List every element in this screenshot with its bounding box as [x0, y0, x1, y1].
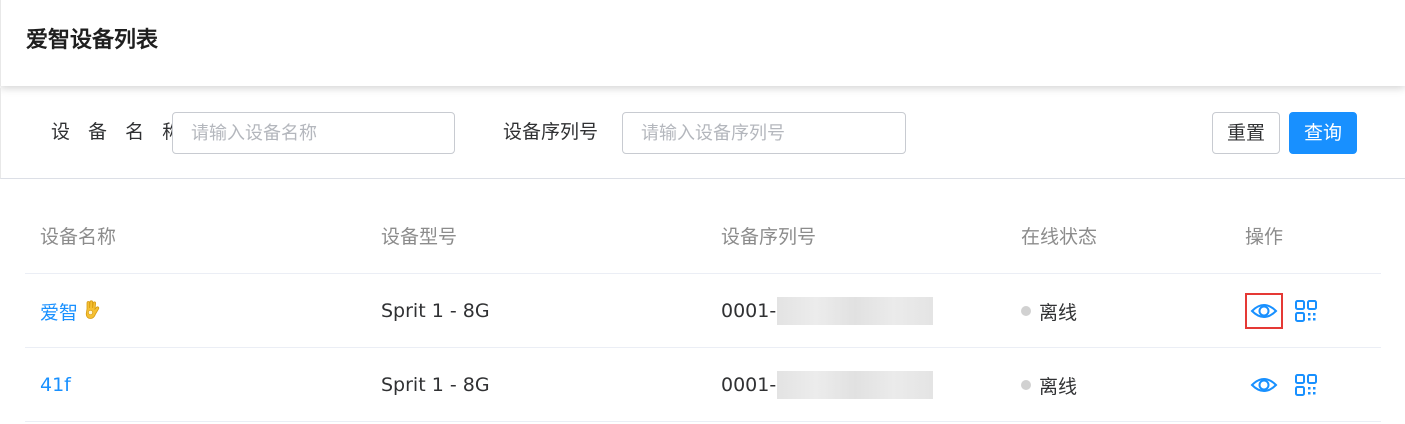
device-serial-cell: 0001- [721, 348, 934, 422]
actions-cell [1245, 348, 1319, 422]
column-header-serial: 设备序列号 [721, 226, 817, 248]
ok-hand-emoji-icon [84, 300, 100, 322]
view-button[interactable] [1245, 293, 1283, 329]
offline-status-dot [1021, 306, 1031, 316]
column-header-name: 设备名称 [40, 226, 117, 248]
offline-status-dot [1021, 380, 1031, 390]
filter-bar: 设 备 名 称 设备序列号 重置 查询 [0, 88, 1405, 179]
serial-prefix: 0001- [721, 374, 777, 396]
serial-prefix: 0001- [721, 300, 777, 322]
table-row: 41f Sprit 1 - 8G 0001- 离线 [25, 348, 1381, 422]
reset-button[interactable]: 重置 [1212, 112, 1280, 154]
qrcode-icon [1295, 374, 1317, 396]
device-serial-input[interactable] [622, 112, 906, 154]
eye-icon [1250, 304, 1278, 318]
qrcode-icon [1295, 300, 1317, 322]
qrcode-button[interactable] [1293, 372, 1319, 398]
status-cell: 离线 [1021, 348, 1077, 422]
device-name-cell: 41f [40, 348, 71, 422]
serial-redaction-mask [777, 371, 934, 399]
device-model-cell: Sprit 1 - 8G [381, 374, 490, 396]
device-name-label: 设 备 名 称 [51, 121, 188, 143]
column-header-model: 设备型号 [381, 226, 458, 248]
status-cell: 离线 [1021, 274, 1077, 348]
column-header-actions: 操作 [1245, 226, 1284, 248]
page-title: 爱智设备列表 [26, 28, 159, 53]
page-header: 爱智设备列表 [0, 0, 1405, 86]
device-name-cell: 爱智 [40, 274, 100, 348]
view-button[interactable] [1245, 367, 1283, 403]
qrcode-button[interactable] [1293, 298, 1319, 324]
device-model-cell: Sprit 1 - 8G [381, 300, 490, 322]
device-name-link[interactable]: 爱智 [40, 298, 78, 325]
device-table: 设备名称 设备型号 设备序列号 在线状态 操作 爱智 Sprit 1 - 8G … [25, 200, 1381, 422]
status-text: 离线 [1039, 301, 1078, 324]
eye-icon [1250, 378, 1278, 392]
column-header-status: 在线状态 [1021, 226, 1098, 248]
status-text: 离线 [1039, 375, 1078, 398]
actions-cell [1245, 274, 1319, 348]
device-name-link[interactable]: 41f [40, 374, 71, 396]
query-button[interactable]: 查询 [1289, 112, 1357, 154]
table-header: 设备名称 设备型号 设备序列号 在线状态 操作 [25, 200, 1381, 274]
device-name-input[interactable] [172, 112, 455, 154]
table-row: 爱智 Sprit 1 - 8G 0001- 离线 [25, 274, 1381, 348]
device-serial-cell: 0001- [721, 274, 934, 348]
serial-redaction-mask [777, 297, 934, 325]
device-serial-label: 设备序列号 [503, 121, 599, 143]
